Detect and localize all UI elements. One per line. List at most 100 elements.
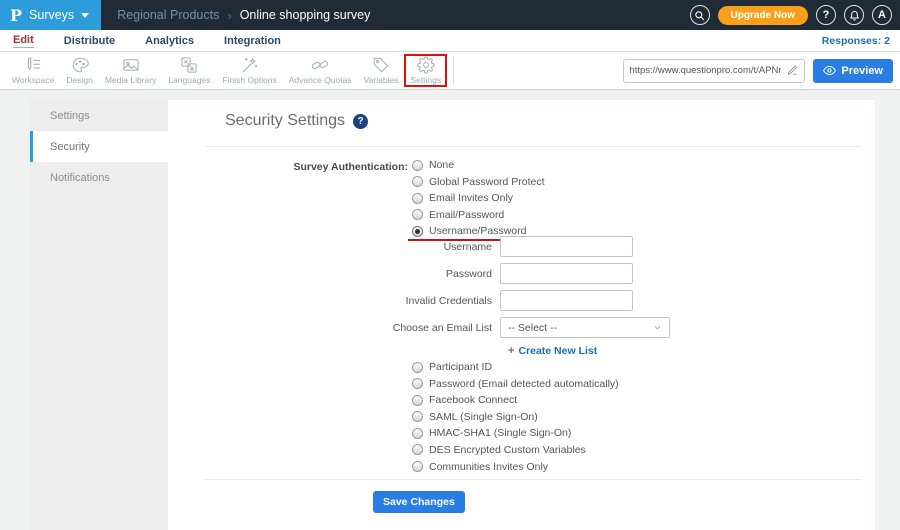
survey-authentication-label: Survey Authentication: (293, 161, 408, 173)
eye-icon (823, 65, 837, 76)
settings-gear-icon (417, 56, 435, 74)
divider (205, 146, 861, 147)
radio-icon[interactable] (412, 361, 423, 373)
username-input[interactable] (500, 236, 633, 257)
radio-icon[interactable] (412, 159, 423, 171)
radio-icon[interactable] (412, 444, 423, 456)
top-navigation-bar: P Surveys Regional Products › Online sho… (0, 0, 900, 30)
password-row: Password (205, 263, 670, 284)
toolbar-item-variables[interactable]: Variables (358, 54, 405, 87)
radio-icon[interactable] (412, 192, 423, 204)
credential-fields: Username Password Invalid Credentials Ch… (205, 236, 670, 344)
radio-icon[interactable] (412, 461, 423, 473)
chevron-down-icon (81, 12, 90, 18)
tab-integration[interactable]: Integration (224, 35, 281, 47)
invalid-credentials-row: Invalid Credentials (205, 290, 670, 311)
username-row: Username (205, 236, 670, 257)
survey-url-text: https://www.questionpro.com/t/APNrFZ (629, 65, 782, 76)
toolbar-item-languages[interactable]: Languages (162, 54, 216, 87)
email-list-label: Choose an Email List (392, 321, 492, 334)
finish-options-icon (242, 57, 258, 73)
edit-url-button[interactable] (781, 65, 804, 76)
create-new-list-link[interactable]: + Create New List (508, 345, 597, 357)
avatar[interactable]: A (872, 5, 892, 25)
bell-icon (849, 10, 859, 21)
notifications-button[interactable] (844, 5, 864, 25)
auth-options-top: None Global Password Protect Email Invit… (408, 159, 545, 242)
preview-button[interactable]: Preview (813, 58, 893, 83)
breadcrumb-separator: › (227, 7, 232, 23)
upgrade-now-button[interactable]: Upgrade Now (717, 5, 808, 25)
breadcrumb: Regional Products › Online shopping surv… (117, 8, 370, 23)
radio-none[interactable]: None (412, 159, 545, 171)
tab-edit[interactable]: Edit (13, 34, 34, 48)
email-list-selected-value: -- Select -- (508, 321, 558, 334)
toolbar-item-settings[interactable]: Settings (404, 54, 448, 87)
surveys-menu-label: Surveys (29, 8, 75, 22)
media-library-icon (122, 59, 139, 71)
radio-participant-id[interactable]: Participant ID (412, 361, 619, 373)
responses-count[interactable]: Responses: 2 (822, 35, 900, 47)
breadcrumb-survey-name: Online shopping survey (239, 8, 371, 22)
password-label: Password (445, 267, 492, 280)
radio-hmac-sha1-sso[interactable]: HMAC-SHA1 (Single Sign-On) (412, 427, 619, 439)
variables-icon (373, 57, 389, 73)
radio-icon[interactable] (412, 176, 423, 188)
advance-quotas-icon (311, 60, 329, 70)
search-button[interactable] (689, 5, 710, 25)
radio-password-email-detected[interactable]: Password (Email detected automatically) (412, 378, 619, 390)
toolbar-item-advance-quotas[interactable]: Advance Quotas (283, 54, 358, 87)
search-icon (695, 10, 705, 20)
sidebar-item-settings[interactable]: Settings (30, 100, 168, 131)
radio-icon[interactable] (412, 427, 423, 439)
tab-analytics[interactable]: Analytics (145, 35, 194, 47)
chevron-down-icon (652, 322, 669, 333)
radio-icon[interactable] (412, 378, 423, 390)
tab-distribute[interactable]: Distribute (64, 35, 115, 47)
help-icon[interactable]: ? (353, 113, 369, 129)
settings-sidebar: Settings Security Notifications (30, 100, 168, 530)
save-changes-button[interactable]: Save Changes (373, 491, 465, 513)
sidebar-item-security[interactable]: Security (30, 131, 168, 162)
toolbar-right: https://www.questionpro.com/t/APNrFZ Pre… (623, 58, 900, 83)
toolbar-item-finish-options[interactable]: Finish Options (216, 54, 282, 87)
radio-icon[interactable] (412, 411, 423, 423)
languages-icon (181, 57, 198, 73)
surveys-menu[interactable]: P Surveys (0, 0, 102, 30)
toolbar-divider (453, 56, 455, 85)
radio-global-password-protect[interactable]: Global Password Protect (412, 176, 545, 188)
plus-icon: + (508, 345, 515, 357)
divider (205, 479, 861, 480)
username-label: Username (443, 240, 492, 253)
radio-email-invites-only[interactable]: Email Invites Only (412, 192, 545, 204)
help-button[interactable]: ? (816, 5, 836, 25)
radio-icon[interactable] (412, 394, 423, 406)
radio-saml-sso[interactable]: SAML (Single Sign-On) (412, 411, 619, 423)
radio-communities-invites-only[interactable]: Communities Invites Only (412, 461, 619, 473)
page-title: Security Settings ? (225, 112, 369, 130)
email-list-row: Choose an Email List -- Select -- (205, 317, 670, 338)
pencil-icon (788, 65, 798, 75)
content-area: Settings Security Notifications Security… (0, 90, 900, 530)
survey-toolbar: Workspace Design Media Library Languages… (0, 52, 900, 90)
invalid-credentials-input[interactable] (500, 290, 633, 311)
invalid-credentials-label: Invalid Credentials (405, 294, 492, 307)
radio-des-encrypted-custom-variables[interactable]: DES Encrypted Custom Variables (412, 444, 619, 456)
survey-tab-bar: Edit Distribute Analytics Integration Re… (0, 30, 900, 52)
breadcrumb-folder[interactable]: Regional Products (117, 8, 219, 22)
sidebar-item-notifications[interactable]: Notifications (30, 162, 168, 193)
auth-options-bottom: Participant ID Password (Email detected … (412, 361, 619, 473)
radio-icon[interactable] (412, 209, 423, 221)
survey-url-field[interactable]: https://www.questionpro.com/t/APNrFZ (623, 58, 806, 83)
toolbar-item-workspace[interactable]: Workspace (6, 54, 60, 87)
email-list-select[interactable]: -- Select -- (500, 317, 670, 338)
toolbar-item-design[interactable]: Design (60, 54, 98, 87)
toolbar-item-media-library[interactable]: Media Library (99, 54, 163, 87)
topbar-actions: Upgrade Now ? A (689, 5, 900, 25)
design-icon (72, 57, 89, 73)
questionpro-logo: P (10, 5, 23, 25)
radio-email-password[interactable]: Email/Password (412, 209, 545, 221)
password-input[interactable] (500, 263, 633, 284)
workspace-icon (28, 57, 41, 71)
radio-facebook-connect[interactable]: Facebook Connect (412, 394, 619, 406)
